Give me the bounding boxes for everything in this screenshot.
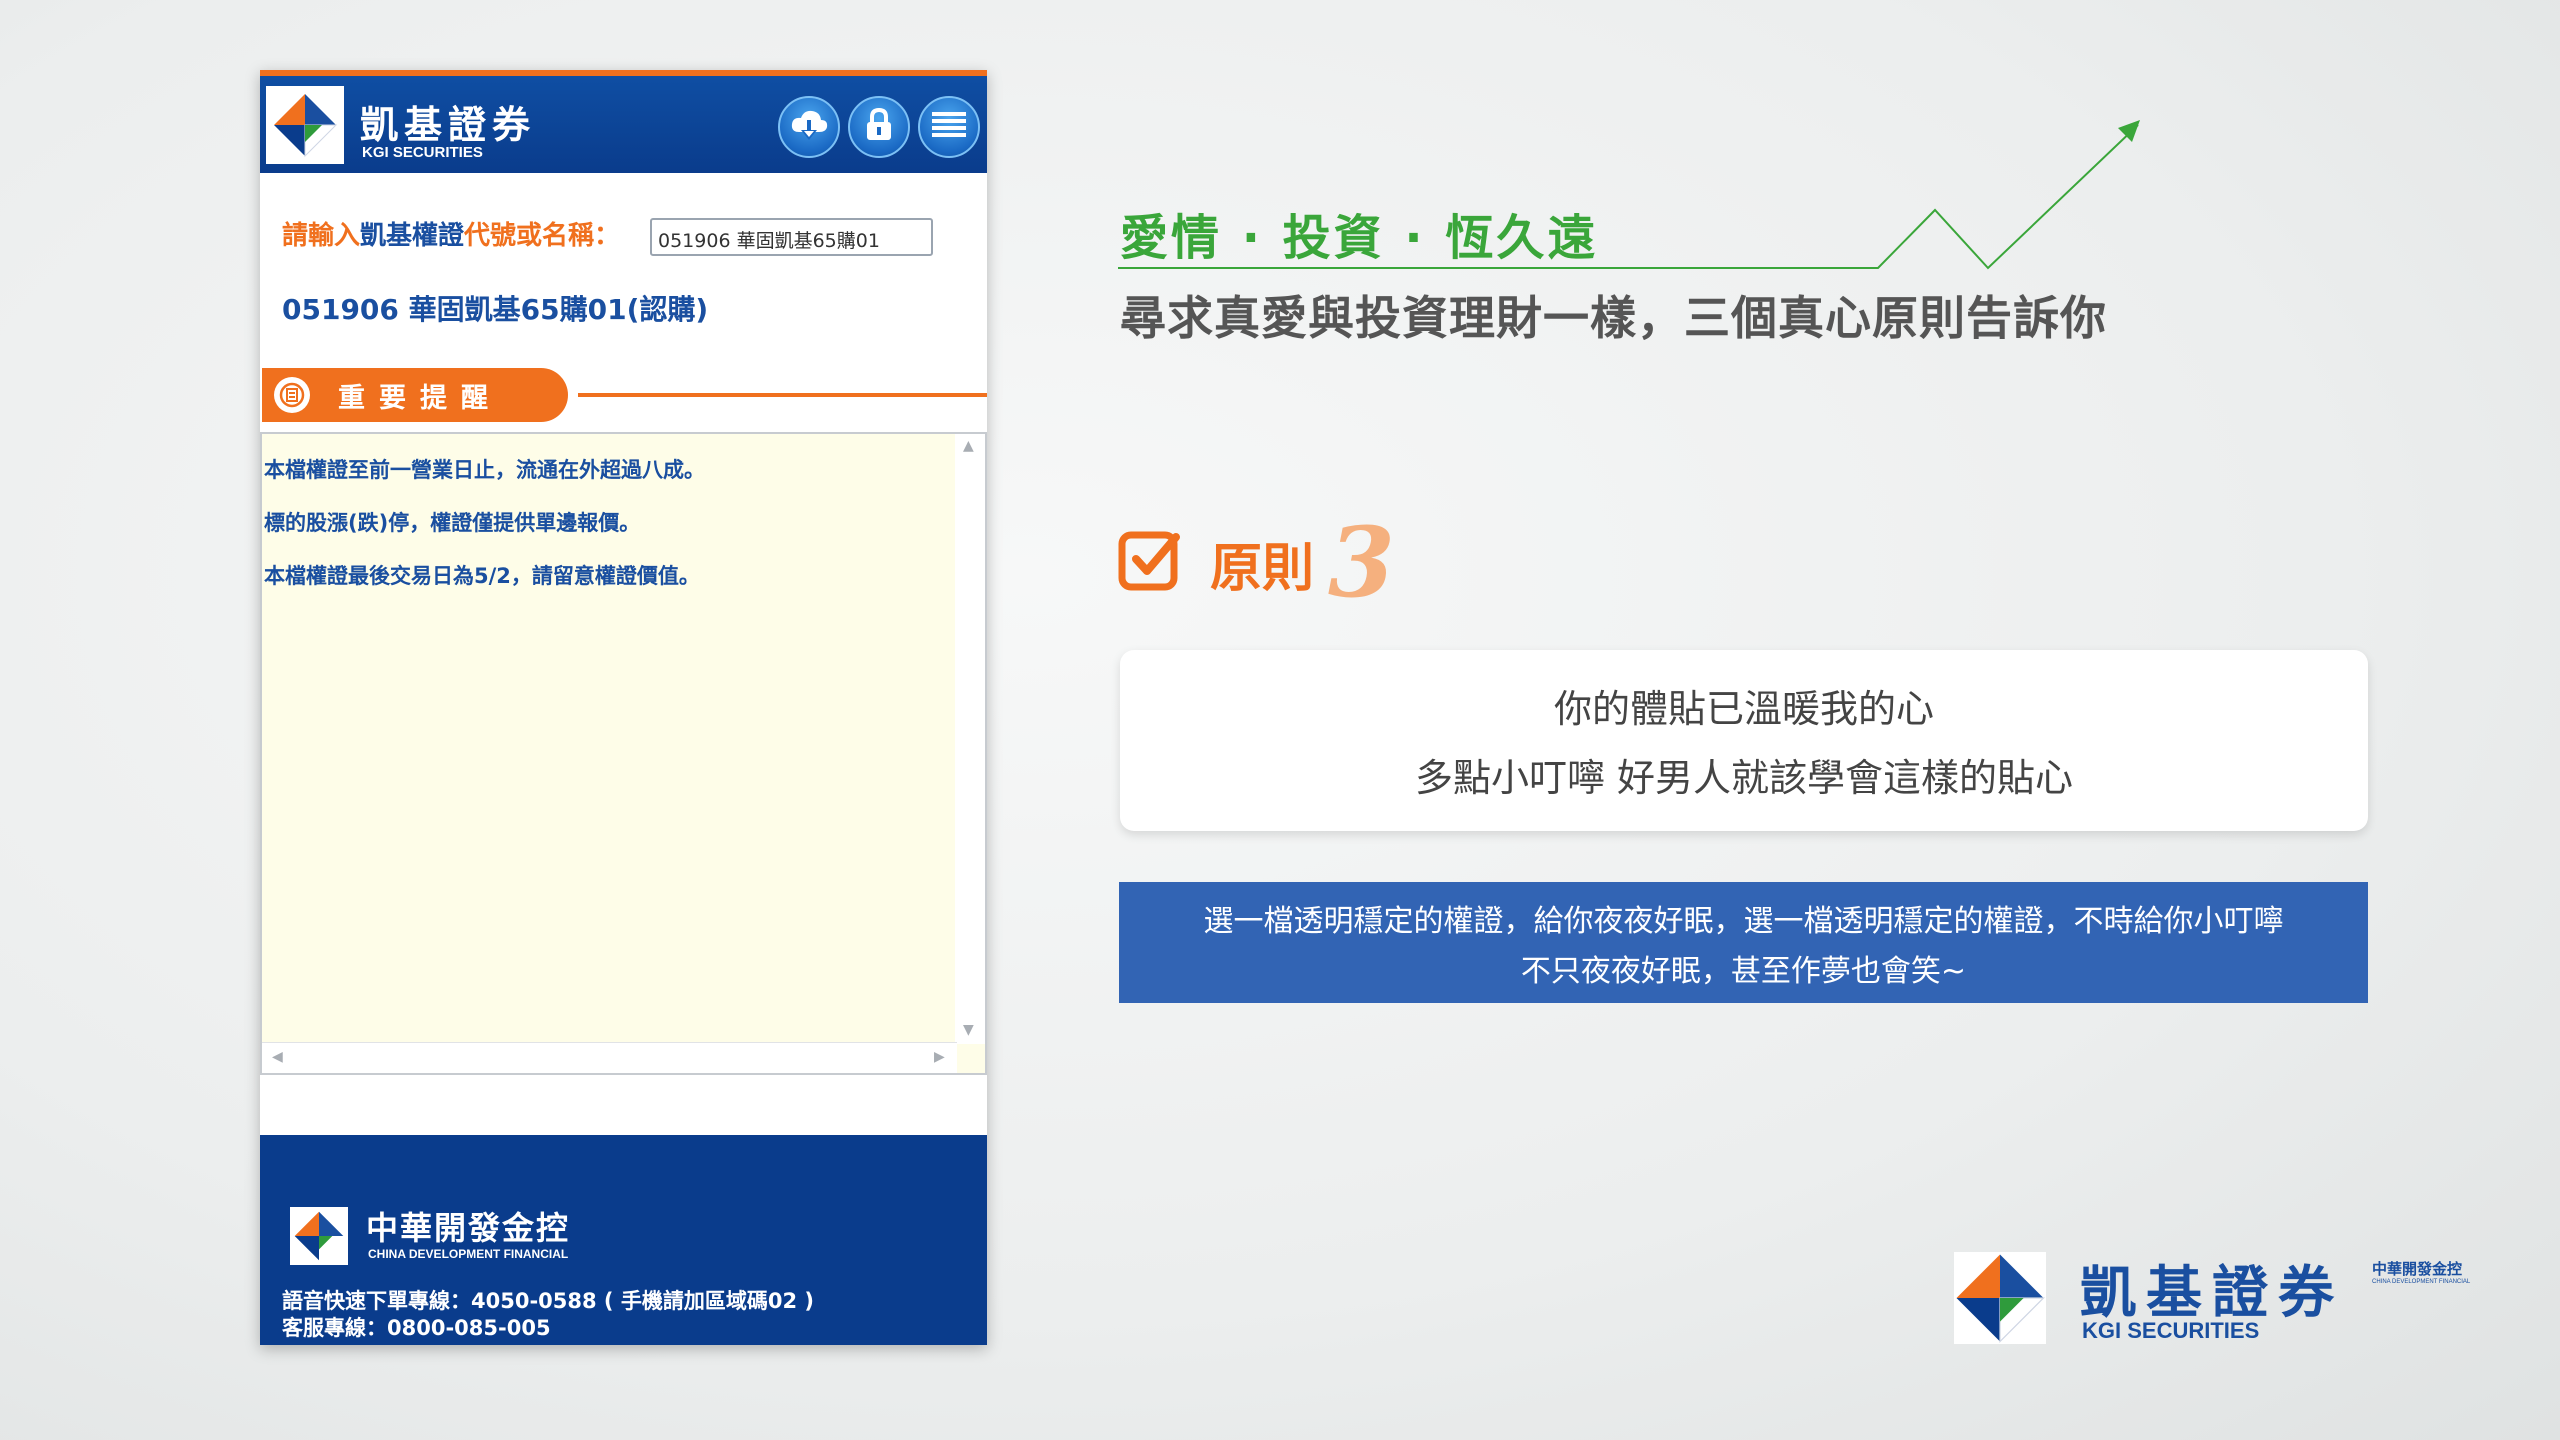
menu-button[interactable] — [918, 96, 980, 158]
app-footer: 中華開發金控 CHINA DEVELOPMENT FINANCIAL 語音快速下… — [260, 1135, 987, 1345]
lock-button[interactable] — [848, 96, 910, 158]
quote-line: 你的體貼已溫暖我的心 — [1553, 687, 1934, 731]
cloud-download-button[interactable] — [778, 96, 840, 158]
notice-item: 本檔權證最後交易日為5/2，請留意權證價值。 — [264, 564, 700, 588]
corner-brand-subtitle: KGI SECURITIES — [2082, 1318, 2260, 1343]
query-suffix: 代號或名稱： — [464, 221, 621, 251]
message-banner: 選一檔透明穩定的權證，給你夜夜好眠，選一檔透明穩定的權證，不時給你小叮嚀 不只夜… — [1119, 882, 2368, 1003]
quote-line: 多點小叮嚀 好男人就該學會這樣的貼心 — [1414, 756, 2074, 800]
brand-title: 凱基證券 — [360, 103, 537, 147]
cdf-title: 中華開發金控 — [366, 1209, 571, 1247]
corner-brand-title: 凱基證券 — [2080, 1261, 2344, 1326]
notice-title: 重要提醒 — [338, 382, 502, 414]
corner-cdf-title: 中華開發金控 — [2372, 1260, 2463, 1278]
headline-slogan: 愛情 · 投資 · 恆久遠 — [1120, 210, 1599, 266]
headline-subtitle: 尋求真愛與投資理財一樣，三個真心原則告訴你 — [1120, 291, 2107, 345]
kgi-logo — [266, 86, 344, 164]
query-prefix: 請輸入 — [282, 221, 361, 251]
phone-screen: 凱基證券 KGI SECURITIES 請輸入凱基權證代號或名稱： 051906… — [260, 70, 987, 1345]
principle-label: 原則 — [1210, 538, 1315, 599]
scroll-right-icon[interactable]: ▶ — [934, 1049, 945, 1065]
query-label: 請輸入凱基權證代號或名稱： — [282, 215, 620, 252]
notice-item: 標的股漲(跌)停，權證僅提供單邊報價。 — [264, 511, 641, 535]
scroll-down-icon[interactable]: ▼ — [963, 1022, 974, 1038]
cloud-download-icon — [789, 108, 829, 146]
vertical-scrollbar[interactable]: ▲ ▼ — [955, 434, 985, 1044]
lock-icon — [864, 107, 894, 146]
corner-kgi-logo — [1954, 1252, 2046, 1344]
notice-item: 本檔權證至前一營業日止，流通在外超過八成。 — [264, 458, 705, 482]
checkbox-icon — [1118, 529, 1182, 597]
principle-number: 3 — [1328, 506, 1395, 619]
scroll-up-icon[interactable]: ▲ — [963, 438, 974, 454]
banner-line: 選一檔透明穩定的權證，給你夜夜好眠，選一檔透明穩定的權證，不時給你小叮嚀 — [1203, 904, 2284, 939]
order-hotline: 語音快速下單專線：4050-0588 ( 手機請加區域碼02 ) — [282, 1289, 814, 1313]
corner-cdf-subtitle: CHINA DEVELOPMENT FINANCIAL — [2372, 1279, 2471, 1285]
notice-icon — [274, 377, 310, 413]
banner-line: 不只夜夜好眠，甚至作夢也會笑~ — [1520, 954, 1967, 989]
query-brand: 凱基權證 — [360, 221, 465, 251]
cdf-logo — [290, 1207, 348, 1265]
menu-icon — [932, 110, 966, 144]
notice-divider — [578, 393, 987, 397]
scroll-left-icon[interactable]: ◀ — [272, 1049, 283, 1065]
warrant-result-name: 051906 華固凱基65購01(認購) — [282, 293, 709, 326]
warrant-search-input[interactable]: 051906 華固凱基65購01 — [650, 218, 933, 256]
service-hotline: 客服專線：0800-085-005 — [282, 1316, 551, 1340]
app-header: 凱基證券 KGI SECURITIES — [260, 70, 987, 173]
notice-tab: 重要提醒 — [262, 368, 568, 422]
principle-heading: 原則 3 — [1118, 515, 1395, 611]
quote-card: 你的體貼已溫暖我的心 多點小叮嚀 好男人就該學會這樣的貼心 — [1120, 650, 2368, 831]
horizontal-scrollbar[interactable]: ◀ ▶ — [262, 1042, 957, 1073]
brand-subtitle: KGI SECURITIES — [362, 144, 483, 161]
cdf-subtitle: CHINA DEVELOPMENT FINANCIAL — [368, 1247, 569, 1261]
notice-box[interactable]: 本檔權證至前一營業日止，流通在外超過八成。 標的股漲(跌)停，權證僅提供單邊報價… — [260, 432, 987, 1075]
